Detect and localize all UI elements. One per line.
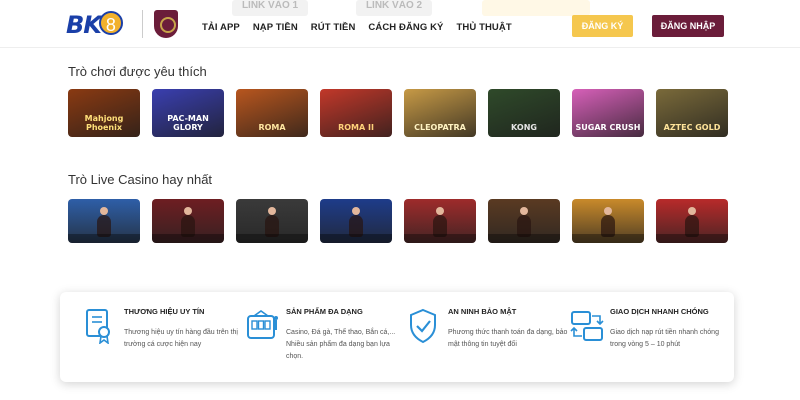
game-tile[interactable]: ROMA II [320, 89, 392, 137]
game-tile[interactable]: Mahjong Phoenix [68, 89, 140, 137]
feature-desc: Phương thức thanh toán đa dạng, bảo mật … [448, 329, 568, 348]
nav-how-to-register[interactable]: CÁCH ĐĂNG KÝ [368, 22, 443, 33]
live-casino-tile[interactable] [152, 199, 224, 243]
game-title: AZTEC GOLD [663, 123, 721, 132]
casino-table [656, 234, 728, 243]
feature-title: GIAO DỊCH NHANH CHÓNG [610, 307, 709, 316]
register-button[interactable]: ĐĂNG KÝ [572, 15, 633, 37]
casino-table [572, 234, 644, 243]
game-title: ROMA II [338, 123, 374, 132]
game-title: ROMA [258, 123, 286, 132]
game-tile[interactable]: PAC-MAN GLORY [152, 89, 224, 137]
nav-deposit[interactable]: NẠP TIỀN [253, 22, 298, 33]
features-card: THƯƠNG HIỆU UY TÍN Thương hiệu uy tín hà… [60, 292, 734, 382]
transfer-icon [570, 311, 604, 341]
casino-table [488, 234, 560, 243]
game-tile[interactable]: CLEOPATRA [404, 89, 476, 137]
logo-text: BK [66, 11, 102, 39]
game-title: CLEOPATRA [414, 123, 466, 132]
live-casino-title: Trò Live Casino hay nhất [68, 172, 213, 187]
live-casino-tile[interactable] [68, 199, 140, 243]
partner-crest-icon [154, 10, 178, 38]
game-title: KONG [511, 123, 537, 132]
casino-table [236, 234, 308, 243]
feature-desc: Thương hiệu uy tín hàng đầu trên thị trư… [124, 329, 238, 348]
nav-download-app[interactable]: TẢI APP [202, 22, 240, 33]
live-casino-row [68, 199, 728, 243]
casino-table [152, 234, 224, 243]
game-title: PAC-MAN GLORY [167, 114, 209, 132]
header-divider [142, 10, 143, 38]
site-header: LINK VÀO 1 LINK VÀO 2 BK 8 TẢI APP NẠP TI… [0, 0, 800, 48]
feature-title: THƯƠNG HIỆU UY TÍN [124, 307, 205, 316]
favorites-row: Mahjong Phoenix PAC-MAN GLORY ROMA ROMA II C… [68, 89, 728, 137]
casino-table [320, 234, 392, 243]
bk8-logo[interactable]: BK 8 [66, 8, 136, 42]
casino-table [68, 234, 140, 243]
ghost-banner [482, 0, 590, 16]
favorites-title: Trò chơi được yêu thích [68, 64, 207, 79]
login-button[interactable]: ĐĂNG NHẬP [652, 15, 724, 37]
feature-desc: Casino, Đá gà, Thể thao, Bắn cá,... Nhiề… [286, 329, 396, 360]
feature-title: AN NINH BẢO MẬT [448, 307, 517, 316]
feature-title: SẢN PHẨM ĐA DẠNG [286, 307, 363, 316]
live-casino-tile[interactable] [488, 199, 560, 243]
logo-number: 8 [98, 11, 123, 35]
slot-machine-icon [247, 310, 278, 339]
live-casino-tile[interactable] [656, 199, 728, 243]
certificate-icon [86, 309, 110, 344]
game-tile[interactable]: AZTEC GOLD [656, 89, 728, 137]
game-tile[interactable]: KONG [488, 89, 560, 137]
nav-withdraw[interactable]: RÚT TIỀN [311, 22, 356, 33]
live-casino-tile[interactable] [236, 199, 308, 243]
shield-check-icon [410, 308, 436, 344]
game-tile[interactable]: SUGAR CRUSH [572, 89, 644, 137]
game-title: Mahjong Phoenix [84, 114, 124, 132]
link-2-button[interactable]: LINK VÀO 2 [356, 0, 432, 16]
feature-desc: Giao dịch nạp rút tiền nhanh chóng trong… [610, 329, 719, 348]
main-nav: TẢI APP NẠP TIỀN RÚT TIỀN CÁCH ĐĂNG KÝ T… [202, 22, 525, 33]
live-casino-tile[interactable] [320, 199, 392, 243]
live-casino-tile[interactable] [404, 199, 476, 243]
live-casino-tile[interactable] [572, 199, 644, 243]
casino-table [404, 234, 476, 243]
nav-tips[interactable]: THỦ THUẬT [457, 22, 512, 33]
game-tile[interactable]: ROMA [236, 89, 308, 137]
game-title: SUGAR CRUSH [575, 123, 641, 132]
link-1-button[interactable]: LINK VÀO 1 [232, 0, 308, 16]
